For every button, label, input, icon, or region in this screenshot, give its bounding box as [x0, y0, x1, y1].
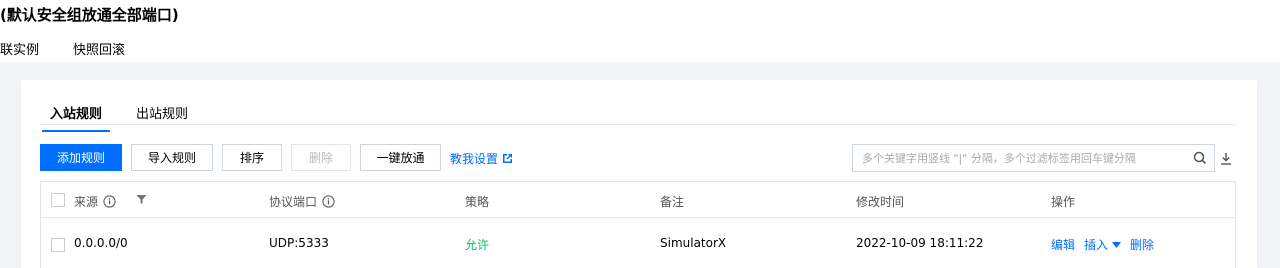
sort-button[interactable]: 排序 — [222, 144, 282, 171]
import-rule-button[interactable]: 导入规则 — [131, 144, 213, 171]
search-icon[interactable] — [1186, 145, 1214, 171]
rules-card: 入站规则 出站规则 添加规则 导入规则 排序 删除 一键放通 教我设置 多个关键… — [21, 80, 1257, 268]
download-icon[interactable] — [1217, 149, 1235, 167]
row-checkbox[interactable] — [51, 238, 65, 252]
page-header: (默认安全组放通全部端口) 联实例 快照回滚 — [0, 0, 1280, 62]
rules-table: 来源 协议端口 策略 备注 修改时间 操作 0.0.0.0/0 UDP:5333… — [40, 181, 1236, 268]
col-modified-time: 修改时间 — [856, 195, 905, 209]
table-header: 来源 协议端口 策略 备注 修改时间 操作 — [41, 182, 1235, 218]
row-policy: 允许 — [465, 238, 490, 252]
subtab-associated-instances[interactable]: 联实例 — [0, 39, 39, 58]
help-setup-link[interactable]: 教我设置 — [450, 150, 513, 167]
table-row: 0.0.0.0/0 UDP:5333 允许 SimulatorX 2022-10… — [41, 218, 1235, 268]
insert-label: 插入 — [1084, 238, 1109, 252]
tab-inbound-rules[interactable]: 入站规则 — [41, 103, 111, 132]
col-port: 协议端口 — [269, 193, 335, 210]
row-actions: 编辑 插入 删除 — [1051, 236, 1154, 253]
row-note: SimulatorX — [660, 236, 727, 250]
delete-button[interactable]: 删除 — [291, 144, 351, 171]
add-rule-button[interactable]: 添加规则 — [40, 144, 122, 171]
col-note: 备注 — [660, 195, 685, 209]
col-source: 来源 — [74, 193, 116, 210]
external-link-icon — [503, 154, 513, 163]
insert-dropdown[interactable]: 插入 — [1084, 236, 1122, 253]
row-source: 0.0.0.0/0 — [74, 236, 128, 250]
search-box — [852, 144, 1215, 172]
row-time: 2022-10-09 18:11:22 — [856, 236, 984, 250]
subtab-snapshot-rollback[interactable]: 快照回滚 — [73, 39, 125, 58]
row-port: UDP:5333 — [269, 236, 329, 250]
caret-down-icon — [1112, 241, 1122, 248]
delete-link[interactable]: 删除 — [1130, 236, 1154, 253]
search-input[interactable] — [853, 145, 1186, 171]
select-all-checkbox[interactable] — [51, 193, 65, 207]
info-icon[interactable] — [103, 195, 116, 208]
help-setup-label: 教我设置 — [450, 152, 499, 166]
filter-icon[interactable] — [136, 194, 147, 205]
allow-all-button[interactable]: 一键放通 — [360, 144, 441, 171]
info-icon[interactable] — [322, 195, 335, 208]
col-port-label: 协议端口 — [269, 195, 318, 209]
col-actions: 操作 — [1051, 195, 1076, 209]
col-policy: 策略 — [465, 195, 490, 209]
col-source-label: 来源 — [74, 195, 99, 209]
page-title: (默认安全组放通全部端口) — [0, 6, 179, 24]
tab-outbound-rules[interactable]: 出站规则 — [136, 103, 188, 122]
edit-link[interactable]: 编辑 — [1051, 236, 1075, 253]
rule-tabs: 入站规则 出站规则 — [40, 101, 1236, 132]
